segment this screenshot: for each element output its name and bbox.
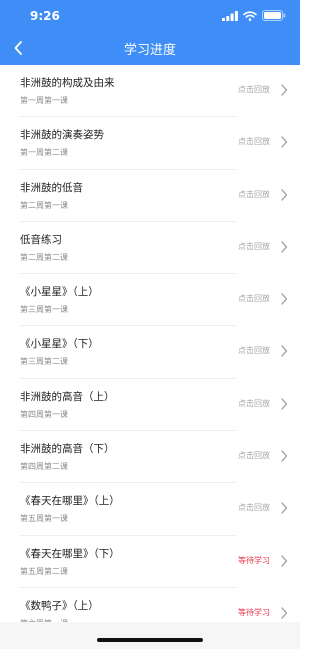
- lesson-row[interactable]: 《小星星》（上） 第三周第一课 点击回放: [0, 274, 300, 327]
- lesson-row[interactable]: 《小星星》（下） 第三周第二课 点击回放: [0, 326, 300, 379]
- lesson-title: 非洲鼓的高音（上）: [20, 390, 115, 403]
- nav-bar: 学习进度: [0, 34, 300, 65]
- lesson-week: 第五周第一课: [20, 514, 68, 524]
- lesson-week: 第一周第二课: [20, 148, 68, 158]
- lesson-week: 第一周第一课: [20, 96, 68, 105]
- lesson-row[interactable]: 非洲鼓的构成及由来 第一周第一课 点击回放: [0, 65, 300, 118]
- chevron-right-icon: [281, 84, 288, 96]
- lesson-row[interactable]: 非洲鼓的演奏姿势 第一周第二课 点击回放: [0, 117, 300, 170]
- lesson-week: 第三周第一课: [20, 305, 68, 315]
- lesson-row[interactable]: 低音练习第二周第二课 点击回放: [0, 222, 300, 275]
- status-bar: 9:26: [0, 0, 300, 34]
- chevron-right-icon: [281, 241, 288, 253]
- bottom-safe-area: [0, 622, 300, 649]
- wifi-icon: [243, 10, 257, 21]
- lesson-week: 第四周第一课: [20, 409, 68, 419]
- lesson-week: 第三周第二课: [20, 357, 68, 367]
- lesson-title: 《春天在哪里》（下）: [20, 547, 120, 560]
- lesson-status[interactable]: 点击回放: [238, 502, 270, 513]
- battery-icon: [262, 10, 286, 21]
- lesson-row[interactable]: 《春天在哪里》（上） 第五周第一课 点击回放: [0, 483, 300, 536]
- lesson-title: 《春天在哪里》（上）: [20, 495, 120, 508]
- lesson-title: 《数鸭子》（上）: [20, 599, 99, 612]
- page-title: 学习进度: [123, 43, 176, 58]
- lesson-title: 非洲鼓的构成及由来: [20, 77, 115, 89]
- chevron-right-icon: [281, 293, 288, 305]
- status-time: 9:26: [30, 9, 60, 23]
- lesson-status[interactable]: 点击回放: [238, 241, 270, 252]
- lesson-status[interactable]: 点击回放: [238, 84, 270, 95]
- chevron-right-icon: [281, 607, 288, 619]
- chevron-right-icon: [281, 136, 288, 148]
- home-indicator: [97, 638, 203, 642]
- lesson-row[interactable]: 非洲鼓的低音 第二周第一课 点击回放: [0, 170, 300, 222]
- lesson-status[interactable]: 点击回放: [238, 293, 270, 304]
- chevron-right-icon: [281, 188, 288, 201]
- lesson-title: 《小星星》（下）: [20, 338, 99, 351]
- lesson-status[interactable]: 点击回放: [238, 136, 270, 147]
- chevron-right-icon: [281, 450, 288, 462]
- status-icons: [222, 10, 286, 21]
- lesson-row[interactable]: 非洲鼓的高音（上） 第四周第一课 点击回放: [0, 379, 300, 432]
- lesson-status[interactable]: 等待学习: [238, 555, 270, 566]
- lesson-title: 《小星星》（上）: [20, 286, 99, 299]
- lesson-title: 非洲鼓的低音: [20, 181, 83, 194]
- chevron-right-icon: [281, 555, 288, 567]
- lesson-status[interactable]: 点击回放: [238, 345, 270, 356]
- lesson-week: 第二周第一课: [20, 200, 68, 210]
- lesson-week: 第四周第二课: [20, 462, 68, 472]
- signal-icon: [222, 10, 238, 21]
- chevron-right-icon: [281, 345, 288, 358]
- lesson-week: 第五周第二课: [20, 566, 68, 576]
- lesson-list: 非洲鼓的构成及由来 第一周第一课 点击回放 非洲鼓的演奏姿势 第一周第二课 点击回放 非洲鼓…: [0, 65, 300, 641]
- lesson-status[interactable]: 等待学习: [238, 607, 270, 618]
- chevron-right-icon: [281, 398, 288, 410]
- header: 9:26 学习进度: [0, 0, 300, 65]
- lesson-status[interactable]: 点击回放: [238, 398, 270, 409]
- lesson-row[interactable]: 《春天在哪里》（下） 第五周第二课 等待学习: [0, 536, 300, 588]
- lesson-status[interactable]: 点击回放: [238, 189, 270, 200]
- lesson-title: 低音练习: [20, 233, 62, 246]
- lesson-title: 非洲鼓的高音（下）: [20, 443, 115, 456]
- lesson-title: 非洲鼓的演奏姿势: [20, 129, 104, 142]
- lesson-week: 第二周第二课: [20, 252, 68, 262]
- lesson-status[interactable]: 点击回放: [238, 450, 270, 461]
- lesson-row[interactable]: 非洲鼓的高音（下） 第四周第二课 点击回放: [0, 431, 300, 484]
- chevron-right-icon: [281, 502, 288, 515]
